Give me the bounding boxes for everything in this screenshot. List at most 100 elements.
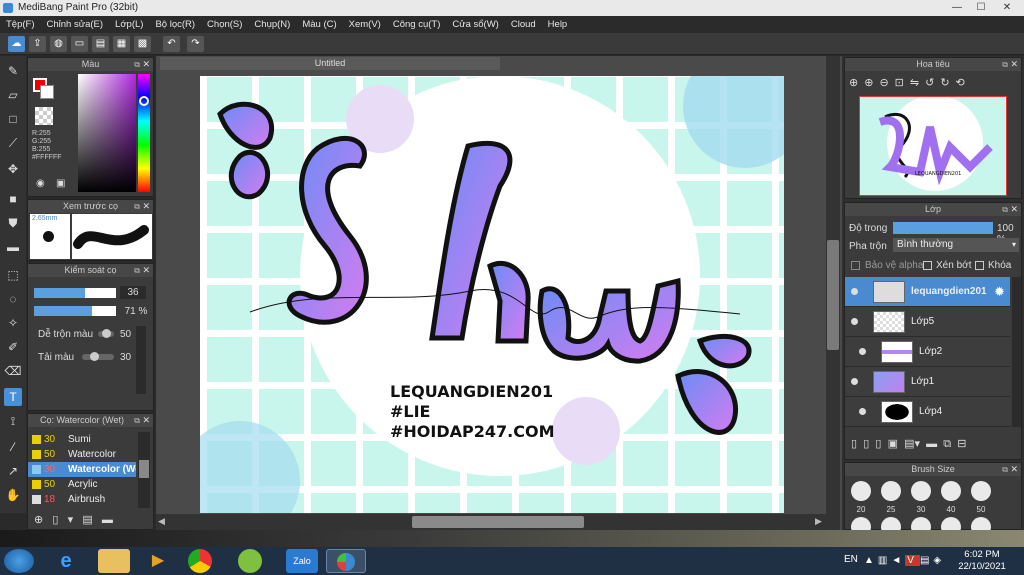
brush-tool-icon[interactable]: ✎ xyxy=(4,62,22,80)
minimize-button[interactable]: — xyxy=(946,1,968,14)
clock[interactable]: 6:02 PM 22/10/2021 xyxy=(952,549,1012,573)
hue-slider[interactable] xyxy=(138,74,150,192)
menu-view[interactable]: Xem(V) xyxy=(349,19,381,30)
eye-icon[interactable] xyxy=(851,288,858,295)
select-tool-icon[interactable]: ⬚ xyxy=(4,266,22,284)
dock-icon[interactable]: ⧉ xyxy=(1002,203,1008,216)
menu-file[interactable]: Tệp(F) xyxy=(6,19,35,30)
zoom-in-icon[interactable]: ⊕ xyxy=(864,77,879,89)
actual-size-icon[interactable]: ⊡ xyxy=(895,77,910,89)
hand-tool-icon[interactable]: ✋ xyxy=(4,486,22,504)
dock-icon[interactable]: ⧉ xyxy=(134,264,140,277)
dock-icon[interactable]: ⧉ xyxy=(134,414,140,427)
layers-scrollbar[interactable] xyxy=(1012,277,1021,427)
gear-icon[interactable]: ✹ xyxy=(994,284,1005,300)
hue-handle[interactable] xyxy=(139,96,149,106)
menu-snap[interactable]: Chụp(N) xyxy=(254,19,290,30)
brush-size-option[interactable] xyxy=(851,481,871,501)
chrome-icon[interactable] xyxy=(188,549,212,573)
layer-row[interactable]: Lớp1 xyxy=(845,367,1010,397)
brush-list-item[interactable]: 50 Watercolor xyxy=(28,447,136,462)
volume-icon[interactable]: ◄ xyxy=(891,555,905,566)
new-layer-icon[interactable]: ▯ xyxy=(851,438,857,450)
eyedropper-icon[interactable]: ⁄ xyxy=(4,438,22,456)
menu-help[interactable]: Help xyxy=(548,19,568,30)
divide-tool-icon[interactable]: ⟟ xyxy=(4,412,22,430)
saturation-value-picker[interactable] xyxy=(78,74,136,192)
mix-slider[interactable] xyxy=(98,329,114,338)
close-button[interactable]: ✕ xyxy=(996,1,1018,14)
new-halftone-layer-icon[interactable]: ▯ xyxy=(863,438,869,450)
opacity-slider[interactable] xyxy=(34,306,116,316)
menu-filter[interactable]: Bộ lọc(R) xyxy=(155,19,195,30)
new-8bit-layer-icon[interactable]: ▯ xyxy=(875,438,881,450)
horizontal-scroll-thumb[interactable] xyxy=(412,516,584,528)
dock-icon[interactable]: ⧉ xyxy=(1002,58,1008,71)
speech-icon[interactable]: ▭ xyxy=(71,36,88,52)
layer-row[interactable]: Lớp2 xyxy=(845,337,1010,367)
transparent-swatch[interactable] xyxy=(35,107,53,125)
eye-icon[interactable] xyxy=(851,378,858,385)
close-panel-icon[interactable]: ✕ xyxy=(142,200,150,213)
layer-menu-icon[interactable]: ▤▾ xyxy=(904,438,920,450)
protect-alpha-checkbox[interactable] xyxy=(851,261,860,270)
close-panel-icon[interactable]: ✕ xyxy=(142,264,150,277)
language-indicator[interactable]: EN xyxy=(844,554,858,565)
menu-tools[interactable]: Công cụ(T) xyxy=(393,19,441,30)
select-pen-icon[interactable]: ✐ xyxy=(4,338,22,356)
brush-list-scrollbar[interactable] xyxy=(138,432,150,508)
scroll-right-icon[interactable]: ▶ xyxy=(815,516,822,527)
drawing-canvas[interactable]: LEQUANGDIEN201 #LIE #HOIDAP247.COM xyxy=(200,76,784,513)
undo-icon[interactable]: ↶ xyxy=(163,36,180,52)
tray-arrow-icon[interactable]: ▲ xyxy=(864,555,878,566)
brush-size-option[interactable] xyxy=(881,481,901,501)
eye-icon[interactable] xyxy=(851,318,858,325)
dock-icon[interactable]: ⧉ xyxy=(134,200,140,213)
file-explorer-icon[interactable] xyxy=(98,549,130,573)
eraser-tool-icon[interactable]: ▱ xyxy=(4,86,22,104)
rotate-right-icon[interactable]: ↻ xyxy=(940,77,955,89)
navigator-preview[interactable]: LEQUANGDIEN201 xyxy=(859,96,1007,196)
merge-layer-icon[interactable]: ⊟ xyxy=(957,438,966,450)
rotate-left-icon[interactable]: ↺ xyxy=(925,77,940,89)
gradient-tool-icon[interactable]: ▬ xyxy=(4,238,22,256)
operation-tool-icon[interactable]: ↗ xyxy=(4,462,22,480)
lasso-tool-icon[interactable]: ◌ xyxy=(4,290,22,308)
brush-list-item[interactable]: 50 Acrylic xyxy=(28,477,136,492)
menu-window[interactable]: Cửa sổ(W) xyxy=(452,19,498,30)
grid-icon[interactable]: ▩ xyxy=(134,36,151,52)
speaker-icon[interactable]: ◈ xyxy=(933,555,945,566)
brush-menu-icon[interactable]: ▾ xyxy=(68,514,74,526)
media-player-icon[interactable]: ▶ xyxy=(142,549,174,573)
clip-checkbox[interactable] xyxy=(923,261,932,270)
dock-icon[interactable]: ⧉ xyxy=(1002,463,1008,476)
control-scrollbar[interactable] xyxy=(136,326,146,394)
background-color-swatch[interactable] xyxy=(40,85,54,99)
scroll-left-icon[interactable]: ◀ xyxy=(158,516,165,527)
menu-layer[interactable]: Lớp(L) xyxy=(115,19,143,30)
duplicate-layer-icon[interactable]: ⧉ xyxy=(943,438,951,450)
tray-app-icon[interactable]: V xyxy=(905,555,920,566)
magic-wand-icon[interactable]: ✧ xyxy=(4,314,22,332)
internet-explorer-icon[interactable]: e xyxy=(50,549,82,573)
move-tool-icon[interactable]: ✥ xyxy=(4,160,22,178)
upload-icon[interactable]: ⇪ xyxy=(29,36,46,52)
medibang-taskbar-icon[interactable] xyxy=(326,549,366,573)
close-panel-icon[interactable]: ✕ xyxy=(1010,203,1018,216)
reset-icon[interactable]: ⟲ xyxy=(956,77,971,89)
menu-edit[interactable]: Chỉnh sửa(E) xyxy=(47,19,104,30)
brush-size-option[interactable] xyxy=(971,481,991,501)
layer-row[interactable]: Lớp4 xyxy=(845,397,1010,427)
start-button-icon[interactable] xyxy=(4,549,34,573)
size-value[interactable]: 36 xyxy=(120,286,146,299)
layer-row[interactable]: Lớp5 xyxy=(845,307,1010,337)
brush-list-item-selected[interactable]: 30 Watercolor (Wet) xyxy=(28,462,136,477)
zoom-fit-icon[interactable]: ⊕ xyxy=(849,77,864,89)
size-slider[interactable] xyxy=(34,288,116,298)
folder-icon[interactable]: ▬ xyxy=(926,438,937,450)
menu-color[interactable]: Màu (C) xyxy=(302,19,336,30)
tray-app2-icon[interactable]: ▤ xyxy=(920,555,933,566)
document-tab[interactable]: Untitled xyxy=(160,57,500,70)
comment-icon[interactable]: ◍ xyxy=(50,36,67,52)
menu-cloud[interactable]: Cloud xyxy=(511,19,536,30)
